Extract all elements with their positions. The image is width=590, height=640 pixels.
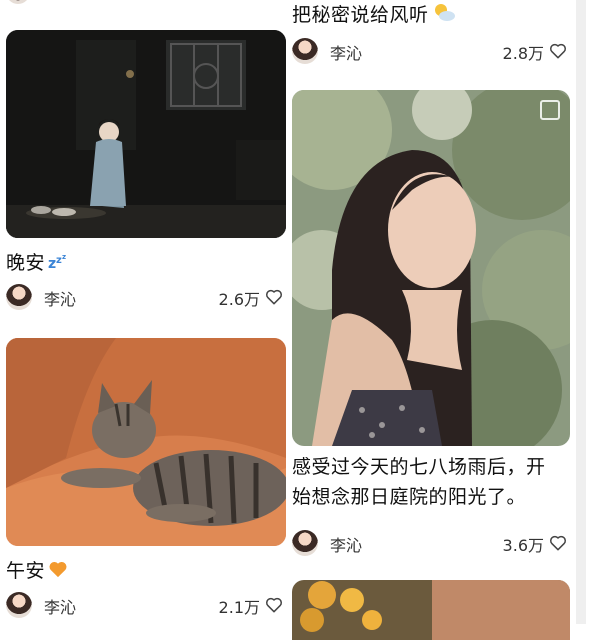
author-name[interactable]: 李沁 (44, 286, 76, 310)
card-title-line: 始想念那日庭院的阳光了。 (292, 486, 527, 508)
card-meta: 李沁 2.8万 (292, 38, 570, 66)
heart-icon[interactable] (264, 595, 284, 615)
card-meta: 李沁 2.6万 (6, 284, 286, 312)
card-title-text: 晚安 (6, 252, 46, 274)
heart-icon[interactable] (264, 287, 284, 307)
author-name[interactable]: 李沁 (44, 594, 76, 618)
sun-cloud-icon (432, 1, 456, 31)
sleep-icon: zzz (48, 249, 70, 279)
woman-garden-image (292, 90, 570, 446)
like-count: 2.1万 (218, 598, 260, 617)
cat-photo[interactable] (6, 338, 286, 546)
card-meta: 李沁 3.6万 (292, 530, 570, 558)
scrollbar[interactable] (576, 0, 586, 624)
flowers-image (292, 580, 570, 640)
heart-icon[interactable] (548, 41, 568, 61)
woman-garden-photo[interactable] (292, 90, 570, 446)
heart-icon[interactable] (548, 533, 568, 553)
card-title-text: 把秘密说给风听 (292, 4, 429, 26)
card-title[interactable]: 午安 (6, 556, 68, 587)
dark-room-photo[interactable] (6, 30, 286, 238)
avatar[interactable] (292, 530, 318, 556)
author-name[interactable]: 李沁 (330, 532, 362, 556)
card-title[interactable]: 感受过今天的七八场雨后，开 始想念那日庭院的阳光了。 (292, 452, 562, 512)
multi-image-icon (540, 100, 560, 120)
avatar[interactable] (292, 38, 318, 64)
cat-image (6, 338, 286, 546)
avatar[interactable] (6, 592, 32, 618)
orange-heart-icon (48, 557, 68, 587)
like-count: 3.6万 (502, 536, 544, 555)
card-title[interactable]: 晚安 z z z (6, 248, 70, 279)
card-title-line: 感受过今天的七八场雨后，开 (292, 456, 546, 478)
card-title-text: 午安 (6, 560, 46, 582)
dark-room-image (6, 30, 286, 238)
card-meta: 李沁 2.1万 (6, 592, 286, 620)
flowers-photo[interactable] (292, 580, 570, 640)
avatar[interactable] (6, 0, 30, 4)
feed-card-partial-top[interactable] (6, 0, 286, 4)
avatar[interactable] (6, 284, 32, 310)
svg-text:z: z (62, 253, 67, 261)
like-count: 2.6万 (218, 290, 260, 309)
like-count: 2.8万 (502, 44, 544, 63)
card-title[interactable]: 把秘密说给风听 (292, 0, 456, 31)
author-name[interactable]: 李沁 (330, 40, 362, 64)
